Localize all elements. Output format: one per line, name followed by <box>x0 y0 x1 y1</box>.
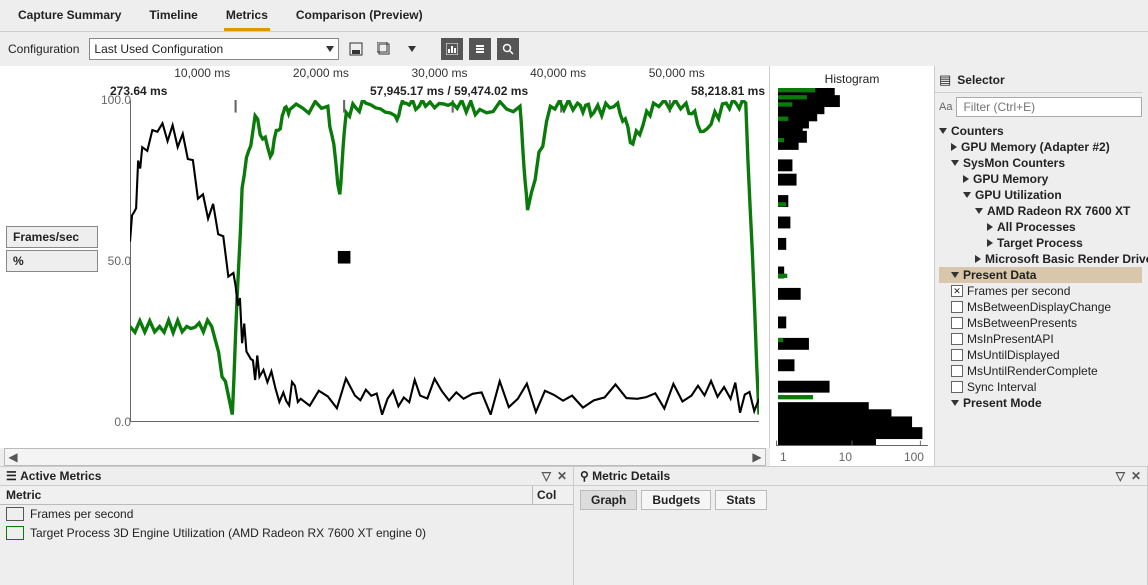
tab-metrics[interactable]: Metrics <box>224 4 270 31</box>
dropdown-icon[interactable]: ▽ <box>542 469 551 483</box>
tree-msbetweendisplay[interactable]: MsBetweenDisplayChange <box>939 299 1142 315</box>
selector-icon: ▤ <box>939 72 951 88</box>
scroll-right-icon: ▶ <box>749 450 765 464</box>
readout-right: 58,218.81 ms <box>691 84 765 98</box>
checkbox-checked-icon: ✕ <box>951 285 963 297</box>
tree-gpu-memory[interactable]: GPU Memory <box>939 171 1142 187</box>
md-tab-budgets[interactable]: Budgets <box>641 490 711 510</box>
plot-svg <box>130 100 759 415</box>
tree-sysmon[interactable]: SysMon Counters <box>939 155 1142 171</box>
active-metrics-pane: ☰ Active Metrics ▽ ✕ Metric Col Frames pe… <box>0 467 574 585</box>
tree-present-mode[interactable]: Present Mode <box>939 395 1142 411</box>
checkbox-icon <box>951 349 963 361</box>
dropdown-icon[interactable]: ▽ <box>1116 469 1125 483</box>
label-framespersec: Frames/sec <box>6 226 98 248</box>
histogram-plot[interactable] <box>776 88 928 446</box>
col-metric[interactable]: Metric <box>0 486 533 504</box>
configuration-select[interactable]: Last Used Configuration <box>89 38 339 60</box>
main-row: 10,000 ms 20,000 ms 30,000 ms 40,000 ms … <box>0 66 1148 466</box>
checkbox-icon <box>951 381 963 393</box>
selector-tree: Counters GPU Memory (Adapter #2) SysMon … <box>935 123 1142 411</box>
selector-title: Selector <box>957 73 1004 87</box>
histogram-title: Histogram <box>770 66 934 88</box>
view-list-icon[interactable] <box>469 38 491 60</box>
metric-details-tabs: Graph Budgets Stats <box>574 486 1147 510</box>
top-tabs: Capture Summary Timeline Metrics Compari… <box>0 0 1148 32</box>
selector-panel: ▤ Selector Aa Counters GPU Memory (Adapt… <box>935 66 1148 466</box>
readout-mid: 57,945.17 ms / 59,474.02 ms <box>370 84 528 98</box>
search-icon: ⚲ <box>580 469 589 483</box>
active-metrics-table-header: Metric Col <box>0 486 573 505</box>
toolbar: Configuration Last Used Configuration <box>0 32 1148 66</box>
y-axis: 100.0 50.0 0.0 <box>95 100 135 422</box>
checkbox-icon <box>951 301 963 313</box>
col-color[interactable]: Col <box>533 486 573 504</box>
tree-msbetweenpresents[interactable]: MsBetweenPresents <box>939 315 1142 331</box>
selector-header: ▤ Selector <box>935 70 1142 93</box>
case-icon[interactable]: Aa <box>939 101 952 113</box>
configuration-value: Last Used Configuration <box>94 42 223 56</box>
tree-gpu-memory-adapter[interactable]: GPU Memory (Adapter #2) <box>939 139 1142 155</box>
left-labels: Frames/sec % <box>6 226 98 274</box>
tree-msuntilrender[interactable]: MsUntilRenderComplete <box>939 363 1142 379</box>
selector-filter-input[interactable] <box>956 97 1142 117</box>
tree-msinpresentapi[interactable]: MsInPresentAPI <box>939 331 1142 347</box>
tree-present-data[interactable]: Present Data <box>939 267 1142 283</box>
save-multi-icon[interactable] <box>373 38 395 60</box>
active-metric-row-target[interactable]: Target Process 3D Engine Utilization (AM… <box>0 524 573 543</box>
close-icon[interactable]: ✕ <box>1131 469 1141 483</box>
list-icon: ☰ <box>6 469 17 483</box>
chart-area[interactable]: 10,000 ms 20,000 ms 30,000 ms 40,000 ms … <box>0 66 770 448</box>
md-tab-graph[interactable]: Graph <box>580 490 637 510</box>
tree-ms-basic[interactable]: Microsoft Basic Render Driver <box>939 251 1142 267</box>
time-ruler: 10,000 ms 20,000 ms 30,000 ms 40,000 ms … <box>110 66 769 84</box>
time-readout: 273.64 ms 57,945.17 ms / 59,474.02 ms 58… <box>110 84 769 100</box>
search-icon[interactable] <box>497 38 519 60</box>
tab-comparison[interactable]: Comparison (Preview) <box>294 4 425 31</box>
tree-all-processes[interactable]: All Processes <box>939 219 1142 235</box>
tree-msuntildisplayed[interactable]: MsUntilDisplayed <box>939 347 1142 363</box>
md-tab-stats[interactable]: Stats <box>715 490 766 510</box>
histogram-panel: Histogram 1 10 100 <box>770 66 935 466</box>
metric-details-title: Metric Details <box>592 469 670 483</box>
histogram-xticks: 1 10 100 <box>770 450 934 466</box>
tree-target-process[interactable]: Target Process <box>939 235 1142 251</box>
checkbox-icon <box>951 333 963 345</box>
bottom-panes: ☰ Active Metrics ▽ ✕ Metric Col Frames pe… <box>0 466 1148 585</box>
tab-timeline[interactable]: Timeline <box>147 4 199 31</box>
series-icon <box>6 526 24 540</box>
save-icon[interactable] <box>345 38 367 60</box>
label-percent: % <box>6 250 98 272</box>
close-icon[interactable]: ✕ <box>557 469 567 483</box>
scroll-left-icon: ◀ <box>5 450 21 464</box>
chevron-down-icon <box>326 46 334 52</box>
tab-capture-summary[interactable]: Capture Summary <box>16 4 123 31</box>
tree-amd[interactable]: AMD Radeon RX 7600 XT <box>939 203 1142 219</box>
configuration-label: Configuration <box>8 42 83 56</box>
tree-syncinterval[interactable]: Sync Interval <box>939 379 1142 395</box>
series-icon <box>6 507 24 521</box>
view-chart-icon[interactable] <box>441 38 463 60</box>
checkbox-icon <box>951 317 963 329</box>
active-metric-row-fps[interactable]: Frames per second <box>0 505 573 524</box>
active-metrics-title: Active Metrics <box>20 469 101 483</box>
dropdown-toggle[interactable] <box>401 38 423 60</box>
tree-gpu-utilization[interactable]: GPU Utilization <box>939 187 1142 203</box>
metric-details-pane: ⚲ Metric Details ▽ ✕ Graph Budgets Stats <box>574 467 1148 585</box>
tree-fps[interactable]: ✕Frames per second <box>939 283 1142 299</box>
checkbox-icon <box>951 365 963 377</box>
horizontal-scrollbar[interactable]: ◀ ▶ <box>4 448 766 466</box>
tree-counters[interactable]: Counters <box>939 123 1142 139</box>
